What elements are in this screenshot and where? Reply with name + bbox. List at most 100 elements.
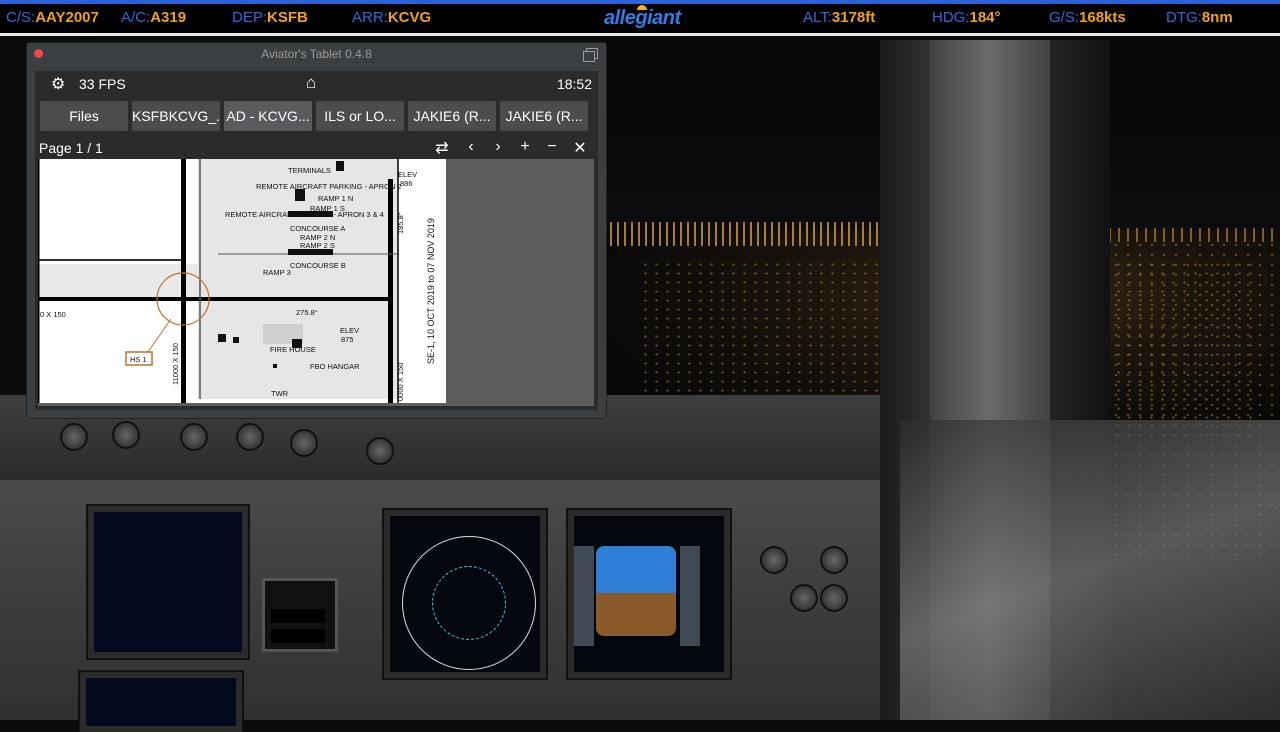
groundspeed-field: G/S:168kts	[1049, 9, 1126, 26]
knob[interactable]	[366, 437, 394, 465]
window-close-icon[interactable]	[34, 49, 43, 58]
knob[interactable]	[790, 584, 818, 612]
knob[interactable]	[60, 423, 88, 451]
chart-label: TERMINALS	[288, 166, 331, 175]
distance-key: DTG:	[1166, 9, 1202, 26]
tab-star-2[interactable]: JAKIE6 (R...	[500, 101, 588, 131]
next-page-icon[interactable]: ›	[489, 138, 507, 156]
chart-label: REMOTE AIRCRAFT PARKING - APRON 2	[256, 182, 402, 191]
distance-field: DTG:8nm	[1166, 9, 1233, 26]
ecam-upper-display	[88, 506, 248, 658]
altitude-key: ALT:	[803, 9, 832, 26]
clock-time: 18:52	[556, 76, 592, 92]
chart-label: 0 X 150	[40, 310, 66, 319]
chart-label: RAMP 3	[263, 268, 291, 277]
knob[interactable]	[820, 584, 848, 612]
flight-status-bar: C/S:AAY2007 A/C:A319 DEP:KSFB ARR:KCVG a…	[0, 0, 1280, 36]
navigation-display	[384, 510, 546, 678]
chart-label: CONCOURSE B	[290, 261, 346, 270]
altitude-value: 3178ft	[831, 9, 876, 26]
departure-value: KSFB	[267, 9, 308, 26]
chart-label: 185.8°	[396, 212, 405, 234]
tab-airport-diagram[interactable]: AD - KCVG...	[224, 101, 312, 131]
chart-label: TWR	[271, 389, 289, 398]
clock-panel	[262, 578, 338, 652]
airport-lights	[610, 222, 890, 246]
page-toolbar: Page 1 / 1 ⇄ ‹ › + − ✕	[35, 137, 598, 159]
chart-label: ELEV	[340, 326, 359, 335]
chart-label: 0000 X 150	[396, 363, 405, 401]
chart-label: RAMP 1 N	[318, 194, 353, 203]
clock-digits	[271, 609, 325, 623]
rotate-icon[interactable]: ⇄	[433, 138, 451, 158]
document-tabs: Files KSFBKCVG_... AD - KCVG... ILS or L…	[40, 101, 595, 133]
arrival-value: KCVG	[387, 9, 432, 26]
knob[interactable]	[760, 546, 788, 574]
runway-right	[388, 179, 393, 403]
chart-label: CONCOURSE A	[290, 224, 345, 233]
home-icon[interactable]: ⌂	[306, 73, 316, 93]
arrival-field: ARR:KCVG	[352, 9, 431, 26]
callsign-value: AAY2007	[35, 9, 99, 26]
prev-page-icon[interactable]: ‹	[462, 138, 480, 156]
arrival-key: ARR:	[352, 9, 388, 26]
altitude-field: ALT:3178ft	[803, 9, 875, 26]
heading-key: HDG:	[932, 9, 970, 26]
taxiway-line	[38, 259, 181, 261]
chart-viewer[interactable]: TERMINALS REMOTE AIRCRAFT PARKING - APRO…	[38, 159, 594, 406]
tablet-title[interactable]: Aviator's Tablet 0.4.8	[27, 43, 606, 65]
tab-star-1[interactable]: JAKIE6 (R...	[408, 101, 496, 131]
chart-label: ELEV	[398, 170, 417, 179]
window-maximize-icon[interactable]	[583, 48, 598, 62]
attitude-indicator	[596, 546, 676, 636]
knob[interactable]	[112, 421, 140, 449]
nd-range-ring	[432, 566, 506, 640]
aircraft-key: A/C:	[121, 9, 151, 26]
gear-icon[interactable]: ⚙	[51, 74, 65, 94]
knob[interactable]	[180, 423, 208, 451]
chart-label: 886	[400, 179, 413, 188]
chart-label: 875	[341, 335, 354, 344]
knob[interactable]	[290, 429, 318, 457]
main-instrument-panel	[0, 480, 880, 732]
callsign-field: C/S:AAY2007	[6, 9, 99, 26]
knob[interactable]	[820, 546, 848, 574]
groundspeed-value: 168kts	[1079, 9, 1126, 26]
chart-label: FBO HANGAR	[310, 362, 360, 371]
hotspot-label: HS 1	[130, 355, 147, 364]
hotspot-leader	[147, 318, 172, 353]
aviators-tablet-window: Aviator's Tablet 0.4.8 ⚙ 33 FPS ⌂ 18:52 …	[27, 43, 606, 418]
heading-field: HDG:184°	[932, 9, 1001, 26]
chart-label: RAMP 2 S	[300, 241, 335, 250]
tab-flight-plan[interactable]: KSFBKCVG_...	[132, 101, 220, 131]
chart-label: 11000 X 150	[171, 343, 180, 385]
taxiway-area	[38, 264, 198, 299]
knob[interactable]	[236, 423, 264, 451]
aircraft-field: A/C:A319	[121, 9, 186, 26]
runway-left	[181, 159, 186, 403]
distance-value: 8nm	[1201, 9, 1233, 26]
tablet-content: ⚙ 33 FPS ⌂ 18:52 Files KSFBKCVG_... AD -…	[35, 71, 598, 410]
brand-logo: allegiant	[604, 7, 681, 29]
close-icon[interactable]: ✕	[571, 138, 589, 158]
terminal-building	[336, 161, 344, 171]
airport-diagram-chart: TERMINALS REMOTE AIRCRAFT PARKING - APRO…	[38, 159, 446, 403]
zoom-in-icon[interactable]: +	[516, 138, 534, 156]
aircraft-value: A319	[150, 9, 187, 26]
chart-validity: SE-1, 10 OCT 2019 to 07 NOV 2019	[426, 218, 436, 364]
chart-label: FIRE HOUSE	[270, 345, 316, 354]
tab-files[interactable]: Files	[40, 101, 128, 131]
tablet-header: ⚙ 33 FPS ⌂ 18:52	[35, 71, 598, 97]
primary-flight-display	[568, 510, 730, 678]
departure-key: DEP:	[232, 9, 268, 26]
chrono-digits	[271, 629, 325, 643]
tab-approach[interactable]: ILS or LO...	[316, 101, 404, 131]
departure-field: DEP:KSFB	[232, 9, 308, 26]
zoom-out-icon[interactable]: −	[543, 138, 561, 156]
groundspeed-key: G/S:	[1049, 9, 1080, 26]
tower-icon	[273, 364, 277, 368]
ecam-lower-display	[80, 672, 242, 732]
chart-label: REMOTE AIRCRAFT PARKING - APRON 3 & 4	[225, 210, 384, 219]
side-console	[900, 420, 1280, 720]
airport-diagram-svg: TERMINALS REMOTE AIRCRAFT PARKING - APRO…	[38, 159, 436, 403]
